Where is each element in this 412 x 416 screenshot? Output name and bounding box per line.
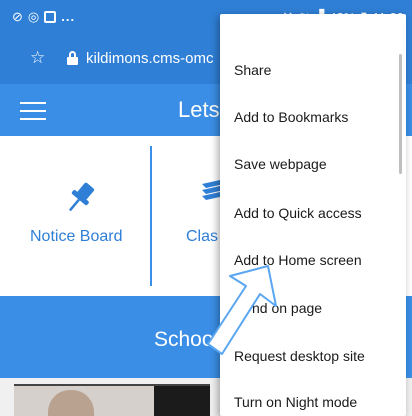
url-text[interactable]: kildimons.cms-omc: [86, 50, 214, 67]
notice-board-label[interactable]: Notice Board: [30, 228, 123, 246]
menu-item-add-to-home-screen[interactable]: Add to Home screen: [234, 252, 362, 268]
app-title: Lets: [178, 97, 220, 122]
menu-item-add-to-bookmarks[interactable]: Add to Bookmarks: [234, 109, 348, 125]
bookmark-star-icon[interactable]: ☆: [30, 49, 45, 66]
menu-item-share[interactable]: Share: [234, 62, 271, 78]
pushpin-icon[interactable]: [60, 178, 100, 218]
lock-icon[interactable]: [67, 51, 78, 65]
menu-item-add-to-quick-access[interactable]: Add to Quick access: [234, 205, 362, 221]
grid-divider: [150, 146, 152, 286]
student-photo: [14, 384, 210, 416]
circle-icon: ◎: [27, 8, 40, 24]
app-icon: [44, 10, 57, 23]
menu-item-request-desktop-site[interactable]: Request desktop site: [234, 348, 365, 364]
status-left-icons: ⊘ ◎ ...: [12, 9, 75, 24]
menu-item-turn-on-night-mode[interactable]: Turn on Night mode: [234, 394, 357, 410]
menu-item-find-on-page[interactable]: nd on page: [252, 300, 322, 316]
menu-scrollbar[interactable]: [399, 54, 402, 174]
cast-icon: ⊘: [12, 8, 23, 24]
status-overflow: ...: [61, 9, 76, 24]
classes-label[interactable]: Clas: [186, 228, 218, 246]
menu-item-save-webpage[interactable]: Save webpage: [234, 156, 327, 172]
school-band-title: Schoo: [154, 328, 214, 351]
browser-overflow-menu: Share Add to Bookmarks Save webpage Add …: [220, 14, 406, 416]
menu-hamburger-icon[interactable]: [20, 102, 46, 120]
